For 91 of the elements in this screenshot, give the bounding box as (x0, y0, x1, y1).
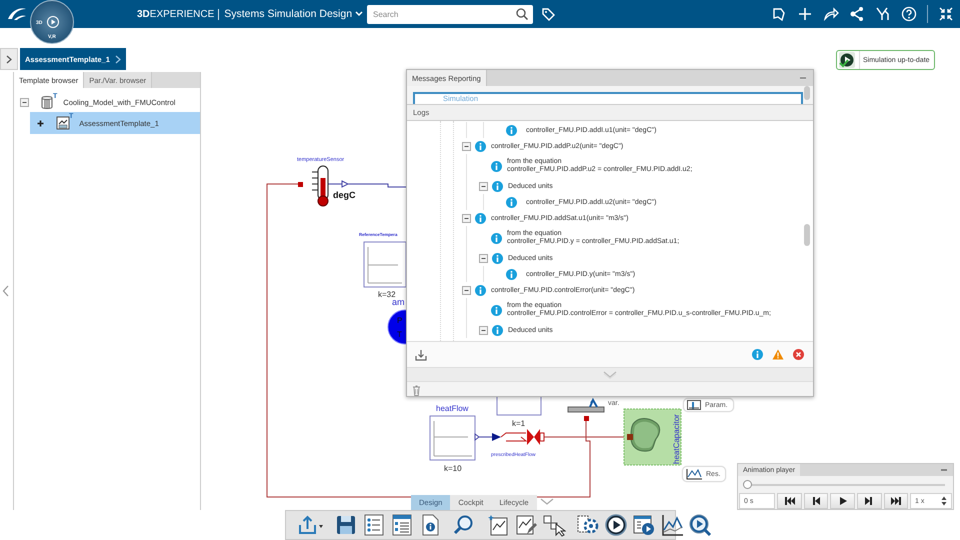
expand-toggle[interactable] (462, 214, 471, 222)
plus-icon[interactable] (797, 6, 813, 22)
window-play-icon[interactable] (632, 513, 656, 537)
chart-edit-icon[interactable] (514, 513, 538, 537)
exit-fullscreen-icon[interactable] (938, 6, 954, 22)
brand-name: 3DEXPERIENCE (137, 8, 220, 20)
error-filter-icon[interactable] (793, 349, 804, 360)
connector-port (627, 434, 633, 440)
parameter-label: k=32 (378, 290, 396, 299)
skip-start-icon (784, 497, 795, 505)
table-icon[interactable] (390, 513, 414, 537)
info-icon (491, 160, 502, 172)
info-icon (491, 304, 502, 316)
search-field[interactable]: Search (367, 4, 533, 24)
component-label: am (392, 297, 405, 307)
help-icon[interactable] (901, 6, 917, 22)
app-title-dropdown[interactable]: Systems Simulation Design (224, 8, 364, 20)
search-icon[interactable] (516, 8, 528, 20)
chevron-left-icon[interactable] (2, 285, 9, 297)
slider-thumb[interactable] (743, 480, 752, 489)
share-icon[interactable] (849, 6, 865, 22)
component-label: heatCapacitor (672, 414, 681, 464)
chart-star-icon[interactable] (486, 513, 510, 537)
signal-arrow (342, 180, 350, 188)
previous-frame-button[interactable] (804, 493, 828, 509)
source-block (430, 416, 480, 460)
list-icon[interactable] (362, 513, 386, 537)
expand-toggle[interactable] (36, 118, 45, 128)
component-label: heatFlow (436, 404, 468, 413)
play-circle-icon[interactable] (604, 513, 628, 537)
chat-bubble-icon[interactable] (771, 6, 787, 22)
upload-icon[interactable] (296, 513, 324, 537)
tag-icon[interactable] (541, 7, 555, 21)
chevron-right-icon (6, 54, 12, 64)
parameter-label: k=10 (444, 464, 462, 473)
thermometer-drawing (312, 166, 328, 206)
signal-line (478, 436, 492, 438)
info-icon (506, 124, 517, 136)
play-icon (47, 16, 59, 28)
trash-icon[interactable] (412, 384, 421, 396)
info-icon (475, 212, 486, 224)
info-icon (492, 180, 503, 192)
info-filter-icon[interactable] (752, 349, 763, 360)
spinner-icon (940, 496, 947, 506)
expand-toggle[interactable] (462, 142, 471, 150)
chevron-right-icon (114, 54, 121, 64)
info-icon (491, 232, 502, 244)
port-letter: T (397, 330, 402, 339)
parameter-label: k=1 (512, 419, 526, 428)
connector-port (298, 182, 303, 187)
select-cursor-icon[interactable] (542, 513, 566, 537)
save-icon[interactable] (334, 513, 358, 537)
heat-flow-source-drawing (492, 429, 544, 445)
next-frame-button[interactable] (856, 493, 882, 509)
info-icon (475, 284, 486, 296)
chart-document-icon (55, 115, 71, 131)
play-button[interactable] (830, 493, 855, 509)
step-back-icon (812, 497, 820, 505)
play-icon (838, 497, 847, 505)
first-frame-button[interactable] (777, 493, 802, 509)
parameter-icon (687, 400, 701, 410)
forward-arrow-icon[interactable] (823, 6, 839, 22)
expand-button[interactable] (0, 48, 18, 70)
logo-icon (6, 6, 28, 22)
info-icon (506, 268, 517, 280)
y-shape-icon[interactable] (875, 6, 891, 22)
port-letter: P (397, 316, 402, 325)
scroll-thumb (804, 86, 810, 100)
expand-toggle[interactable] (479, 326, 488, 334)
chart-icon (686, 468, 702, 480)
database-icon (39, 94, 55, 110)
heat-capacitor-drawing (624, 408, 682, 466)
connector-port (584, 416, 589, 421)
expand-toggle[interactable] (479, 254, 488, 262)
info-icon (506, 196, 517, 208)
step-forward-icon (865, 497, 874, 505)
last-frame-button[interactable] (884, 493, 908, 509)
info-icon (475, 140, 486, 152)
play-icon (839, 52, 855, 68)
unit-label: degC (333, 190, 356, 200)
expand-toggle[interactable] (20, 98, 29, 106)
skip-end-icon (890, 497, 901, 505)
caret-icon (355, 11, 364, 17)
info-icon (492, 252, 503, 264)
play-search-icon[interactable] (688, 513, 712, 537)
line-chart-icon[interactable] (660, 513, 684, 537)
expand-toggle[interactable] (462, 286, 471, 294)
download-icon[interactable] (415, 348, 427, 360)
expand-toggle[interactable] (479, 182, 488, 190)
scroll-thumb (804, 224, 810, 246)
info-icon (492, 324, 503, 336)
